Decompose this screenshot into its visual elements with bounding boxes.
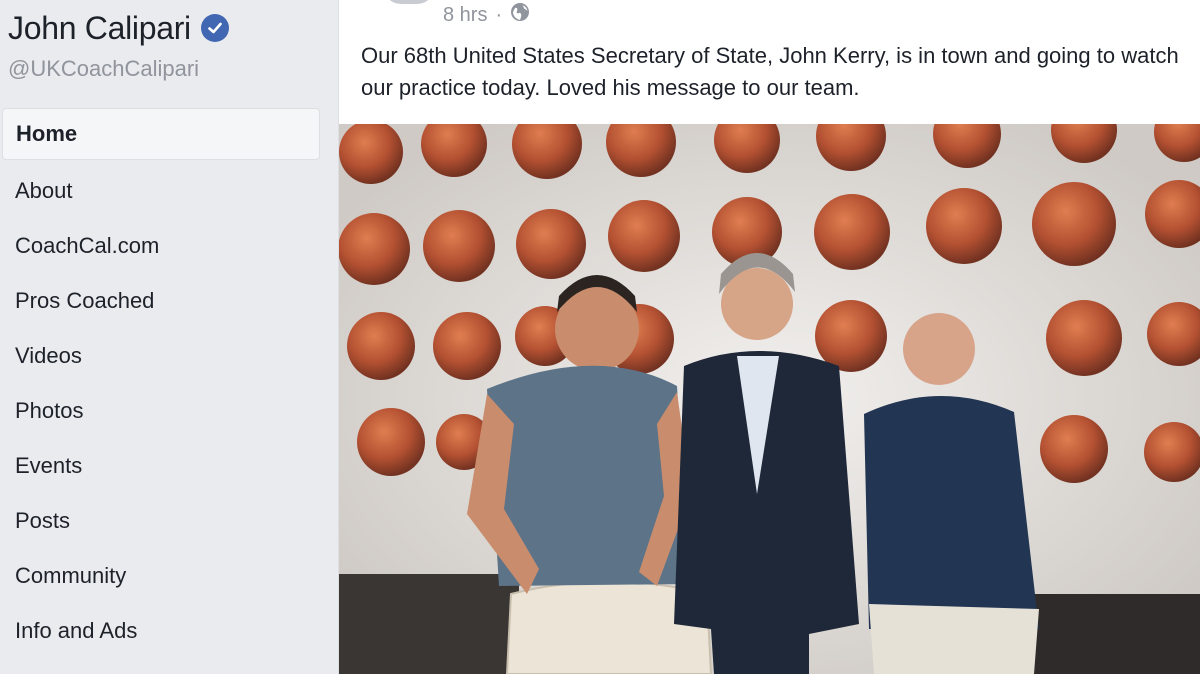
nav-item-photos[interactable]: Photos: [0, 383, 320, 438]
page-handle[interactable]: @UKCoachCalipari: [8, 56, 199, 82]
page-sidebar: John Calipari @UKCoachCalipari Home Abou…: [0, 0, 338, 674]
page-title[interactable]: John Calipari: [8, 6, 229, 50]
nav-item-events[interactable]: Events: [0, 438, 320, 493]
photo-illustration: [339, 124, 1200, 674]
meta-separator: ·: [495, 3, 503, 26]
globe-icon[interactable]: [510, 2, 530, 28]
nav-item-coachcal-com[interactable]: CoachCal.com: [0, 218, 320, 273]
verified-badge-icon: [200, 14, 229, 42]
post-photo[interactable]: [339, 124, 1200, 674]
nav-item-about[interactable]: About: [0, 163, 320, 218]
nav-item-info-and-ads[interactable]: Info and Ads: [0, 603, 320, 658]
post-timestamp[interactable]: 8 hrs: [443, 4, 487, 27]
post-meta: 8 hrs ·: [443, 2, 530, 28]
post-card: 8 hrs · Our 68th United States Secretary…: [338, 0, 1200, 674]
avatar[interactable]: [383, 0, 435, 4]
page-name[interactable]: John Calipari: [8, 10, 191, 47]
nav-item-home[interactable]: Home: [2, 108, 320, 160]
post-text: Our 68th United States Secretary of Stat…: [361, 43, 1179, 100]
nav-item-videos[interactable]: Videos: [0, 328, 320, 383]
nav-item-community[interactable]: Community: [0, 548, 320, 603]
nav-item-posts[interactable]: Posts: [0, 493, 320, 548]
page-nav: Home About CoachCal.com Pros Coached Vid…: [0, 108, 320, 658]
nav-item-pros-coached[interactable]: Pros Coached: [0, 273, 320, 328]
